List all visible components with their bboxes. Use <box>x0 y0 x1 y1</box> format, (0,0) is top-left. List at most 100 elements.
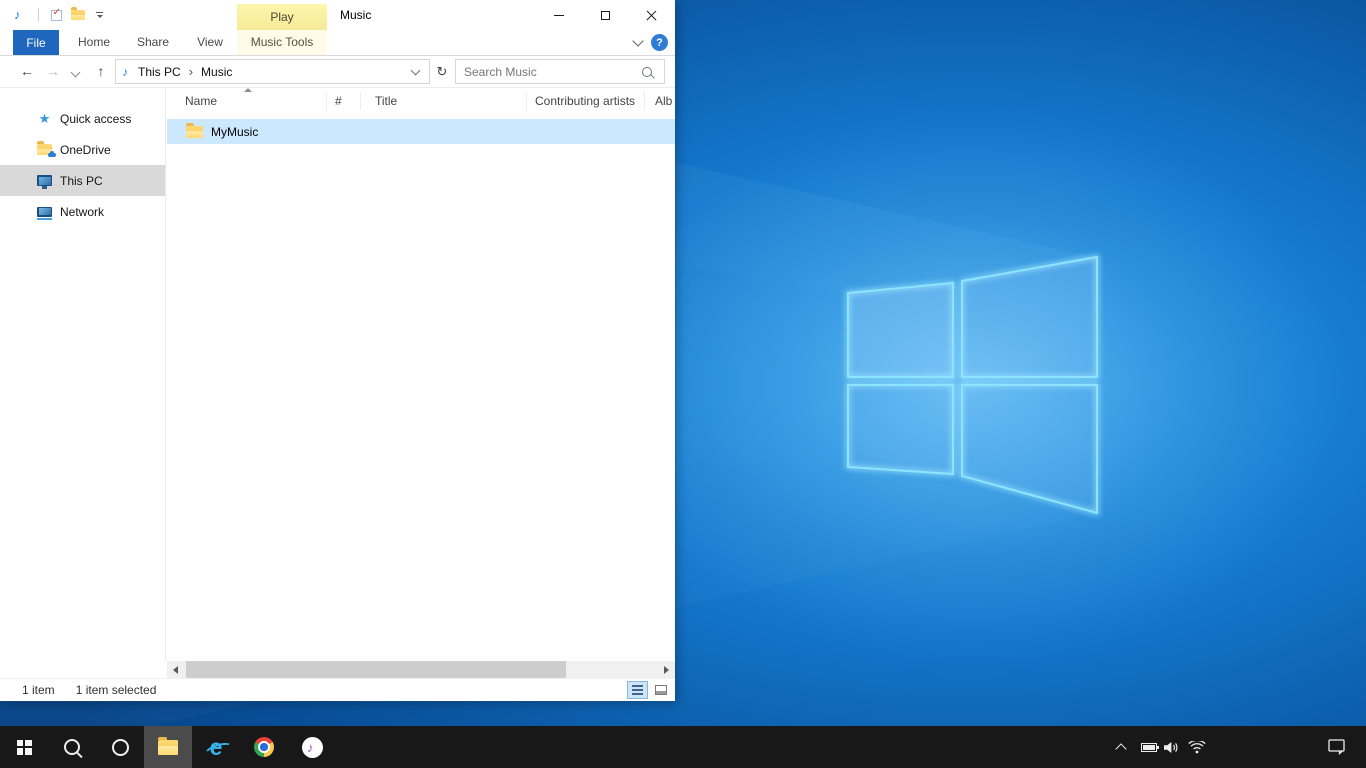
file-rows: MyMusic <box>167 114 675 144</box>
close-button[interactable] <box>628 0 674 30</box>
app-music-note-icon[interactable]: ♪ <box>14 8 21 21</box>
folder-icon <box>71 10 85 20</box>
cortana-circle-icon <box>112 739 129 756</box>
qat-customize-button[interactable] <box>92 9 108 23</box>
help-button[interactable]: ? <box>651 34 668 51</box>
qat-new-folder-button[interactable] <box>70 8 86 22</box>
up-button[interactable]: ↑ <box>90 56 112 87</box>
sidebar-item-onedrive[interactable]: OneDrive <box>0 134 165 165</box>
tab-home[interactable]: Home <box>66 30 122 55</box>
scrollbar-thumb[interactable] <box>186 661 566 678</box>
recent-locations-chevron-icon[interactable] <box>71 68 81 78</box>
ribbon-tab-row: File Home Share View Music Tools ? <box>0 30 675 56</box>
sidebar-item-this-pc[interactable]: This PC <box>0 165 165 196</box>
address-bar[interactable]: ♪ This PC › Music <box>115 59 430 84</box>
taskbar-itunes-button[interactable]: ♪ <box>288 726 336 768</box>
large-icons-view-button[interactable] <box>650 681 671 699</box>
sidebar-item-label: Quick access <box>60 112 131 126</box>
maximize-icon <box>601 11 610 20</box>
windows-start-icon <box>17 740 32 755</box>
large-icons-view-icon <box>655 685 667 695</box>
screen: ♪ ✓ Play Music File Home Share V <box>0 0 1366 768</box>
file-list-pane: Name # Title Contributing artists Alb My… <box>167 88 675 661</box>
selection-count: 1 item selected <box>76 683 157 697</box>
search-icon <box>642 67 652 77</box>
maximize-button[interactable] <box>582 0 628 30</box>
taskbar-file-explorer-button[interactable] <box>144 726 192 768</box>
file-row-mymusic[interactable]: MyMusic <box>167 119 675 144</box>
action-center-icon <box>1328 739 1346 755</box>
battery-icon <box>1141 743 1157 752</box>
wifi-icon <box>1188 741 1206 754</box>
back-button[interactable]: ← <box>16 56 38 87</box>
search-input[interactable] <box>456 65 642 79</box>
breadcrumb-music[interactable]: Music <box>198 65 235 79</box>
volume-tray-icon[interactable] <box>1158 726 1184 768</box>
column-header-number[interactable]: # <box>327 92 361 110</box>
breadcrumb-this-pc[interactable]: This PC <box>135 65 184 79</box>
scroll-left-button[interactable] <box>167 661 184 678</box>
chevron-up-icon <box>1115 743 1126 754</box>
close-icon <box>646 10 657 21</box>
forward-button[interactable]: → <box>42 56 64 87</box>
expand-ribbon-chevron-icon[interactable] <box>632 35 643 46</box>
sidebar-item-network[interactable]: Network <box>0 196 165 227</box>
search-box[interactable] <box>455 59 665 84</box>
titlebar[interactable]: ♪ ✓ Play Music <box>0 0 675 30</box>
search-icon <box>64 739 80 755</box>
details-view-button[interactable] <box>627 681 648 699</box>
quick-access-star-icon: ★ <box>39 112 51 125</box>
file-name: MyMusic <box>211 125 258 139</box>
taskbar-chrome-button[interactable] <box>240 726 288 768</box>
column-headers: Name # Title Contributing artists Alb <box>167 88 675 114</box>
qat-properties-button[interactable]: ✓ <box>48 8 64 22</box>
onedrive-cloud-icon <box>48 153 56 157</box>
action-center-button[interactable] <box>1316 726 1358 768</box>
column-header-contributing-artists[interactable]: Contributing artists <box>527 92 645 110</box>
file-explorer-icon <box>158 740 178 755</box>
refresh-button[interactable]: ↻ <box>432 59 452 84</box>
chrome-icon <box>254 737 274 757</box>
music-note-icon: ♪ <box>307 740 314 755</box>
column-header-name[interactable]: Name <box>167 92 327 110</box>
start-button[interactable] <box>0 726 48 768</box>
sidebar-item-label: This PC <box>60 174 103 188</box>
properties-check-icon: ✓ <box>51 10 62 21</box>
horizontal-scrollbar[interactable] <box>167 661 675 678</box>
network-tray-icon[interactable] <box>1184 726 1210 768</box>
window-title: Music <box>340 0 371 30</box>
network-icon <box>37 207 52 217</box>
address-dropdown-chevron-icon[interactable] <box>411 65 421 75</box>
taskbar-internet-explorer-button[interactable]: e <box>192 726 240 768</box>
column-header-album[interactable]: Alb <box>645 92 675 110</box>
breadcrumb-chevron-icon[interactable]: › <box>184 64 198 79</box>
explorer-main: ★ Quick access OneDrive This PC Network <box>0 88 675 661</box>
sort-ascending-icon <box>244 88 252 92</box>
sidebar-item-label: OneDrive <box>60 143 111 157</box>
column-header-title[interactable]: Title <box>361 92 527 110</box>
scroll-right-button[interactable] <box>658 661 675 678</box>
details-view-icon <box>632 685 643 695</box>
contextual-tab-play[interactable]: Play <box>237 4 327 30</box>
cortana-button[interactable] <box>96 726 144 768</box>
navigation-pane: ★ Quick access OneDrive This PC Network <box>0 88 166 661</box>
navigation-toolbar: ← → ↑ ♪ This PC › Music ↻ <box>0 56 675 88</box>
item-count: 1 item <box>22 683 55 697</box>
taskbar: e ♪ <box>0 726 1366 768</box>
chevron-down-icon <box>96 12 104 20</box>
tab-view[interactable]: View <box>184 30 236 55</box>
address-music-note-icon: ♪ <box>122 65 128 79</box>
taskbar-search-button[interactable] <box>48 726 96 768</box>
contextual-group-music-tools[interactable]: Music Tools <box>237 30 327 55</box>
tab-share[interactable]: Share <box>124 30 182 55</box>
tab-file[interactable]: File <box>13 30 59 55</box>
show-hidden-icons-button[interactable] <box>1108 726 1134 768</box>
itunes-icon: ♪ <box>302 737 323 758</box>
status-bar: 1 item 1 item selected <box>0 678 675 701</box>
minimize-button[interactable] <box>536 0 582 30</box>
sidebar-item-quick-access[interactable]: ★ Quick access <box>0 103 165 134</box>
speaker-icon <box>1163 741 1179 754</box>
minimize-icon <box>554 15 564 16</box>
internet-explorer-icon: e <box>210 736 223 759</box>
view-toggles <box>627 681 671 699</box>
